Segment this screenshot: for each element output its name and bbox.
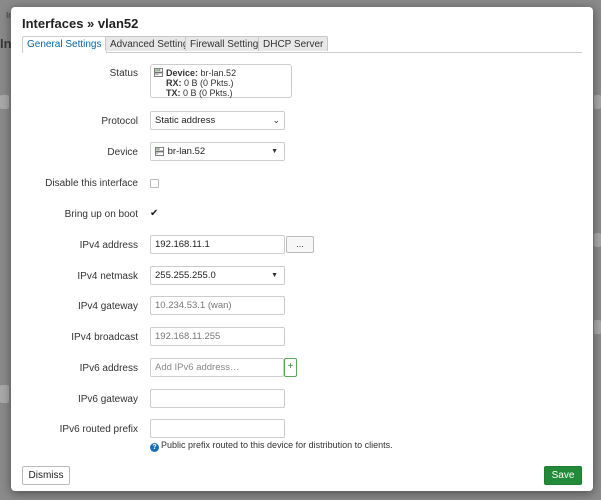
- device-select[interactable]: br-lan.52 ▼: [150, 142, 285, 161]
- help-icon: ?: [150, 443, 159, 452]
- ipv6-gateway-label: IPv6 gateway: [77, 394, 138, 405]
- status-box: Device: br-lan.52 RX: 0 B (0 Pkts.) TX: …: [150, 64, 292, 98]
- ipv6-routed-prefix-help-text: Public prefix routed to this device for …: [161, 440, 393, 450]
- protocol-label: Protocol: [101, 116, 138, 127]
- device-label: Device: [107, 147, 138, 158]
- bring-up-on-boot-label: Bring up on boot: [64, 209, 138, 220]
- tab-firewall-settings[interactable]: Firewall Settings: [185, 36, 269, 51]
- ipv4-gateway-input[interactable]: 10.234.53.1 (wan): [150, 296, 285, 315]
- ipv4-address-input[interactable]: 192.168.11.1: [150, 235, 285, 254]
- caret-down-icon: ▼: [271, 272, 278, 279]
- background-row: [594, 320, 601, 334]
- ipv6-routed-prefix-label: IPv6 routed prefix: [59, 424, 138, 435]
- ipv6-address-add-button[interactable]: +: [284, 358, 297, 377]
- ipv6-routed-prefix-input[interactable]: [150, 419, 285, 438]
- background-row: [594, 233, 601, 247]
- status-tx-value: 0 B (0 Pkts.): [183, 88, 233, 98]
- status-tx-key: TX:: [166, 88, 181, 98]
- protocol-select[interactable]: Static address ⌄: [150, 111, 285, 130]
- interface-edit-dialog: Interfaces » vlan52 General Settings Adv…: [11, 7, 593, 491]
- status-rx-value: 0 B (0 Pkts.): [184, 78, 234, 88]
- ipv4-address-label: IPv4 address: [79, 240, 138, 251]
- chevron-down-icon: ⌄: [272, 115, 280, 125]
- ipv4-gateway-label: IPv4 gateway: [77, 301, 138, 312]
- ipv4-netmask-value: 255.255.255.0: [155, 270, 216, 281]
- network-device-icon: [154, 68, 163, 77]
- ipv4-netmask-select[interactable]: 255.255.255.0 ▼: [150, 266, 285, 285]
- status-label: Status: [109, 68, 138, 79]
- status-device-value: br-lan.52: [200, 68, 237, 78]
- caret-down-icon: ▼: [271, 148, 278, 155]
- protocol-value: Static address: [155, 115, 216, 126]
- ipv6-address-label: IPv6 address: [79, 363, 138, 374]
- network-device-icon: [155, 147, 164, 156]
- background-row: [0, 385, 9, 403]
- tab-general-settings[interactable]: General Settings: [22, 36, 107, 53]
- background-row: [0, 95, 9, 109]
- device-value: br-lan.52: [167, 146, 206, 157]
- dismiss-button[interactable]: Dismiss: [22, 466, 70, 485]
- ipv4-broadcast-input[interactable]: 192.168.11.255: [150, 327, 285, 346]
- bring-up-on-boot-checkbox[interactable]: ✔: [150, 209, 158, 219]
- status-device-key: Device:: [166, 68, 199, 78]
- ipv6-address-input[interactable]: Add IPv6 address…: [150, 358, 284, 377]
- ipv4-broadcast-label: IPv4 broadcast: [71, 332, 138, 343]
- tab-dhcp-server[interactable]: DHCP Server: [258, 36, 329, 51]
- tab-bar: General Settings Advanced Settings Firew…: [22, 36, 582, 53]
- save-button[interactable]: Save: [544, 466, 582, 485]
- disable-interface-label: Disable this interface: [45, 178, 138, 189]
- disable-interface-checkbox[interactable]: [150, 179, 159, 188]
- status-rx-key: RX:: [166, 78, 182, 88]
- ipv6-gateway-input[interactable]: [150, 389, 285, 408]
- background-row: [594, 95, 601, 109]
- ipv4-netmask-label: IPv4 netmask: [77, 271, 138, 282]
- ipv4-address-more-button[interactable]: ...: [286, 236, 314, 253]
- ipv6-routed-prefix-help: ? Public prefix routed to this device for…: [150, 440, 393, 452]
- dialog-title: Interfaces » vlan52: [22, 16, 139, 31]
